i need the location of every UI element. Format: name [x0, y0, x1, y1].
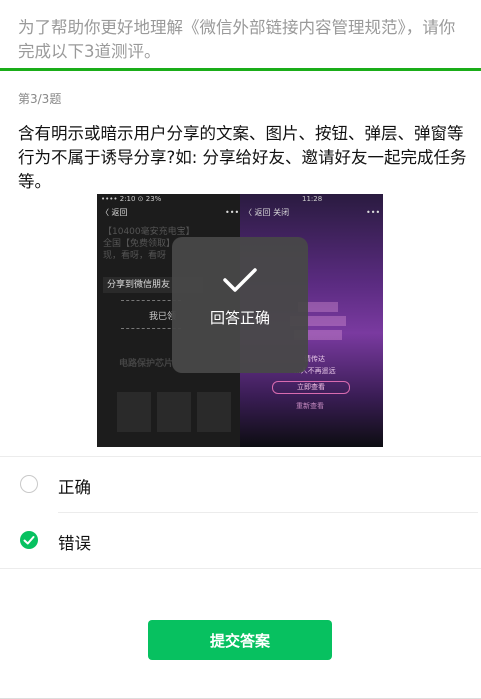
right-status-bar: 11:28: [302, 195, 323, 203]
intro-text: 为了帮助你更好地理解《微信外部链接内容管理规范》，请你完成以下3道测评。: [18, 18, 456, 61]
option-label-correct: 正确: [58, 478, 91, 497]
question-image: •••• 2:10 ⊙ 23% 〈 返回 ••• 【10400毫安充电宝】 全国…: [97, 194, 383, 447]
submit-button[interactable]: 提交答案: [148, 620, 332, 660]
option-label-wrong: 错误: [58, 534, 91, 553]
radio-checked-icon[interactable]: [20, 531, 38, 549]
left-nav-back: 〈 返回: [101, 208, 128, 217]
right-nav-back: 〈 返回 关闭: [244, 208, 290, 217]
left-thumb-3: [197, 392, 231, 432]
question-counter: 第3/3题: [18, 92, 62, 106]
check-icon: [23, 536, 35, 545]
left-text-5: 电路保护芯片: [119, 359, 174, 369]
radio-unchecked-icon[interactable]: [20, 475, 38, 493]
question-text: 含有明示或暗示用户分享的文案、图片、按钮、弹层、弹窗等行为不属于诱导分享?如: …: [18, 124, 467, 191]
right-text-3: 重新查看: [296, 402, 324, 410]
right-nav-more: •••: [366, 208, 381, 217]
left-thumb-2: [157, 392, 191, 432]
answer-toast: 回答正确: [172, 237, 308, 373]
toast-message: 回答正确: [209, 309, 270, 327]
options-bottom-divider: [0, 568, 481, 569]
option-correct[interactable]: 正确: [0, 457, 481, 513]
option-wrong[interactable]: 错误: [0, 513, 481, 569]
left-text-3: 现，看呀，看呀: [103, 251, 167, 261]
progress-underline: [0, 68, 481, 71]
checkmark-icon: [223, 268, 257, 292]
left-thumb-1: [117, 392, 151, 432]
left-nav-more: •••: [225, 208, 240, 217]
intro-banner: 为了帮助你更好地理解《微信外部链接内容管理规范》，请你完成以下3道测评。: [0, 0, 481, 71]
right-pill-button: 立即查看: [272, 381, 350, 394]
left-status-bar: •••• 2:10 ⊙ 23%: [101, 195, 162, 203]
